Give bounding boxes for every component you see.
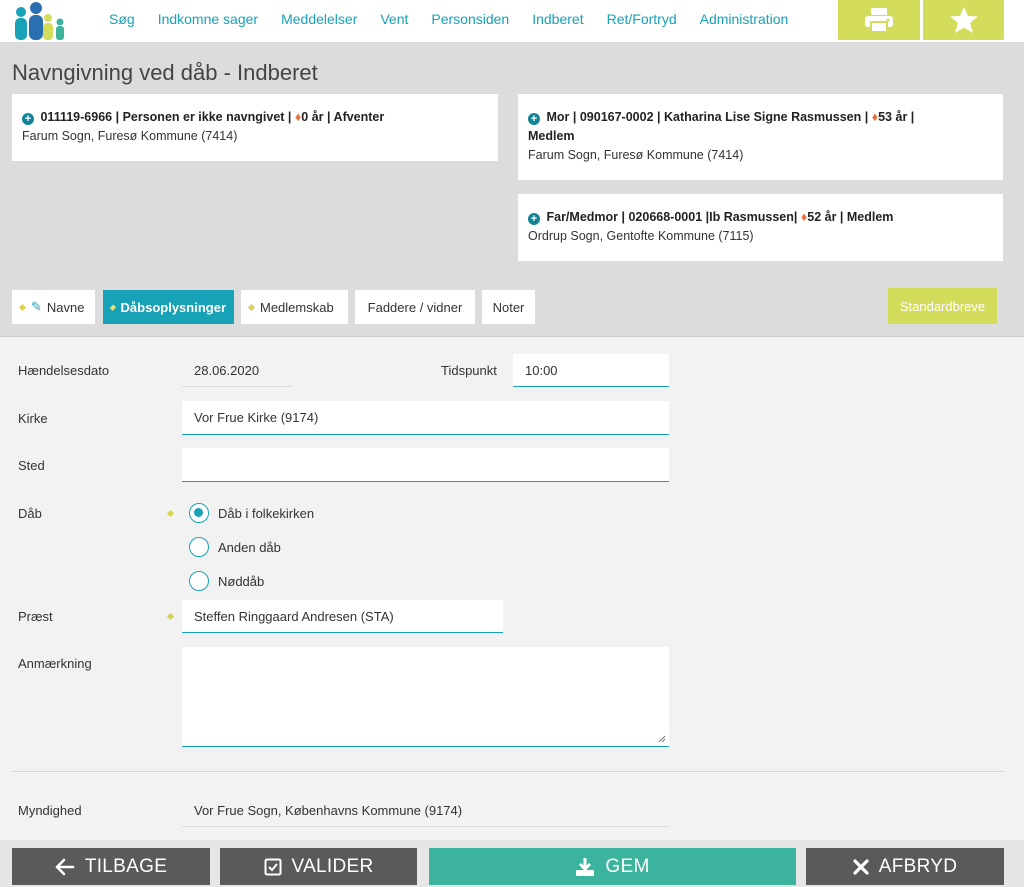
father-card-line1: + Far/Medmor | 020668-0001 |Ib Rasmussen… [528,208,993,227]
mother-age: 53 år | [878,110,915,124]
nav-vent[interactable]: Vent [380,11,408,27]
main-menu: Søg Indkomne sager Meddelelser Vent Pers… [109,11,811,27]
father-info: Far/Medmor | 020668-0001 |Ib Rasmussen| [546,210,798,224]
family-logo-icon[interactable] [12,0,68,40]
top-navigation: Søg Indkomne sager Meddelelser Vent Pers… [0,0,1024,42]
child-card: + 011119-6966 | Personen er ikke navngiv… [12,94,498,161]
nav-personsiden[interactable]: Personsiden [431,11,509,27]
sted-label: Sted [18,458,45,473]
download-icon [576,857,595,876]
tab-label: Noter [492,299,525,315]
arrow-left-icon [55,858,75,875]
favorite-button[interactable] [923,0,1004,40]
printer-icon [865,8,893,33]
anmaerkning-textarea[interactable] [182,647,669,747]
kirke-label: Kirke [18,411,48,426]
form-divider [12,771,1004,772]
father-parish: Ordrup Sogn, Gentofte Kommune (7115) [528,229,754,243]
expand-plus-icon[interactable]: + [528,113,540,125]
mother-parish: Farum Sogn, Furesø Kommune (7414) [528,148,744,162]
checkbox-check-icon [264,858,281,875]
radio-label-noeddaab[interactable]: Nøddåb [218,574,264,589]
cancel-label: AFBRYD [878,855,958,877]
tidspunkt-label: Tidspunkt [441,363,497,378]
tab-daabsoplysninger[interactable]: Dåbsoplysninger [103,290,234,324]
radio-daab-i-folkekirken[interactable] [189,503,209,523]
nav-indberet[interactable]: Indberet [532,11,583,27]
child-cpr: 011119-6966 [40,110,113,124]
tab-label: Navne [46,299,85,315]
page-title: Navngivning ved dåb - Indberet [12,60,318,85]
save-label: GEM [605,855,650,877]
validate-label: VALIDER [291,855,374,877]
tab-label: Dåbsoplysninger [120,299,226,315]
nav-meddelelser[interactable]: Meddelelser [281,11,357,27]
tidspunkt-input[interactable]: 10:00 [513,354,669,387]
print-button[interactable] [838,0,920,40]
nav-administration[interactable]: Administration [700,11,789,27]
tab-navne[interactable]: ✎ Navne [12,290,95,324]
tab-medlemskab[interactable]: Medlemskab [241,290,348,324]
tab-noter[interactable]: Noter [482,290,535,324]
radio-label-anden-daab[interactable]: Anden dåb [218,540,281,555]
case-header: Navngivning ved dåb - Indberet + 011119-… [0,42,1024,336]
required-diamond-icon [166,612,175,621]
father-age: 52 år | Medlem [807,210,894,224]
child-age: 0 år [301,110,324,124]
mother-info: Mor | 090167-0002 | Katharina Lise Signe… [546,110,869,124]
required-diamond-icon [109,303,116,311]
pencil-icon: ✎ [31,299,42,314]
radio-anden-daab[interactable] [189,537,209,557]
child-status: | Afventer [327,110,385,124]
praest-select[interactable]: Steffen Ringgaard Andresen (STA) [182,600,503,633]
cancel-button[interactable]: AFBRYD [806,848,1004,885]
validate-button[interactable]: VALIDER [220,848,417,885]
anmaerkning-label: Anmærkning [18,656,92,671]
radio-label-daab-i-folkekirken[interactable]: Dåb i folkekirken [218,506,314,521]
myndighed-value: Vor Frue Sogn, Københavns Kommune (9174) [182,794,669,827]
praest-label: Præst [18,609,53,624]
nav-indkomne-sager[interactable]: Indkomne sager [158,11,258,27]
nav-ret-fortryd[interactable]: Ret/Fortryd [607,11,677,27]
star-icon [949,7,978,33]
mother-membership: Medlem [528,129,575,143]
daab-label: Dåb [18,506,42,521]
sted-input[interactable] [182,448,669,482]
action-bar: TILBAGE VALIDER GEM AFBRYD [0,840,1024,887]
close-icon [853,858,869,875]
mother-card-line1: + Mor | 090167-0002 | Katharina Lise Sig… [528,108,993,127]
nav-soeg[interactable]: Søg [109,11,135,27]
father-card: + Far/Medmor | 020668-0001 |Ib Rasmussen… [518,194,1003,261]
mother-card: + Mor | 090167-0002 | Katharina Lise Sig… [518,94,1003,180]
required-diamond-icon [166,509,175,518]
tab-label: Medlemskab [260,299,334,315]
save-button[interactable]: GEM [429,848,796,885]
haendelsesdato-label: Hændelsesdato [18,363,110,378]
back-button[interactable]: TILBAGE [12,848,210,885]
myndighed-label: Myndighed [18,803,82,818]
expand-plus-icon[interactable]: + [22,113,34,125]
back-label: TILBAGE [84,855,168,877]
radio-noeddaab[interactable] [189,571,209,591]
haendelsesdato-value: 28.06.2020 [182,354,292,387]
child-parish: Farum Sogn, Furesø Kommune (7414) [22,129,238,143]
required-diamond-icon [247,303,256,311]
daab-form: Hændelsesdato 28.06.2020 Tidspunkt 10:00… [0,336,1024,836]
child-name-status: | Personen er ikke navngivet | [115,110,292,124]
expand-plus-icon[interactable]: + [528,213,540,225]
resize-handle-icon[interactable] [658,735,666,743]
required-diamond-icon [18,303,27,311]
tab-label: Faddere / vidner [367,299,463,315]
child-card-line1: + 011119-6966 | Personen er ikke navngiv… [22,108,488,127]
standardbreve-button[interactable]: Standardbreve [888,288,997,324]
tab-faddere-vidner[interactable]: Faddere / vidner [355,290,475,324]
kirke-input[interactable]: Vor Frue Kirke (9174) [182,401,669,435]
